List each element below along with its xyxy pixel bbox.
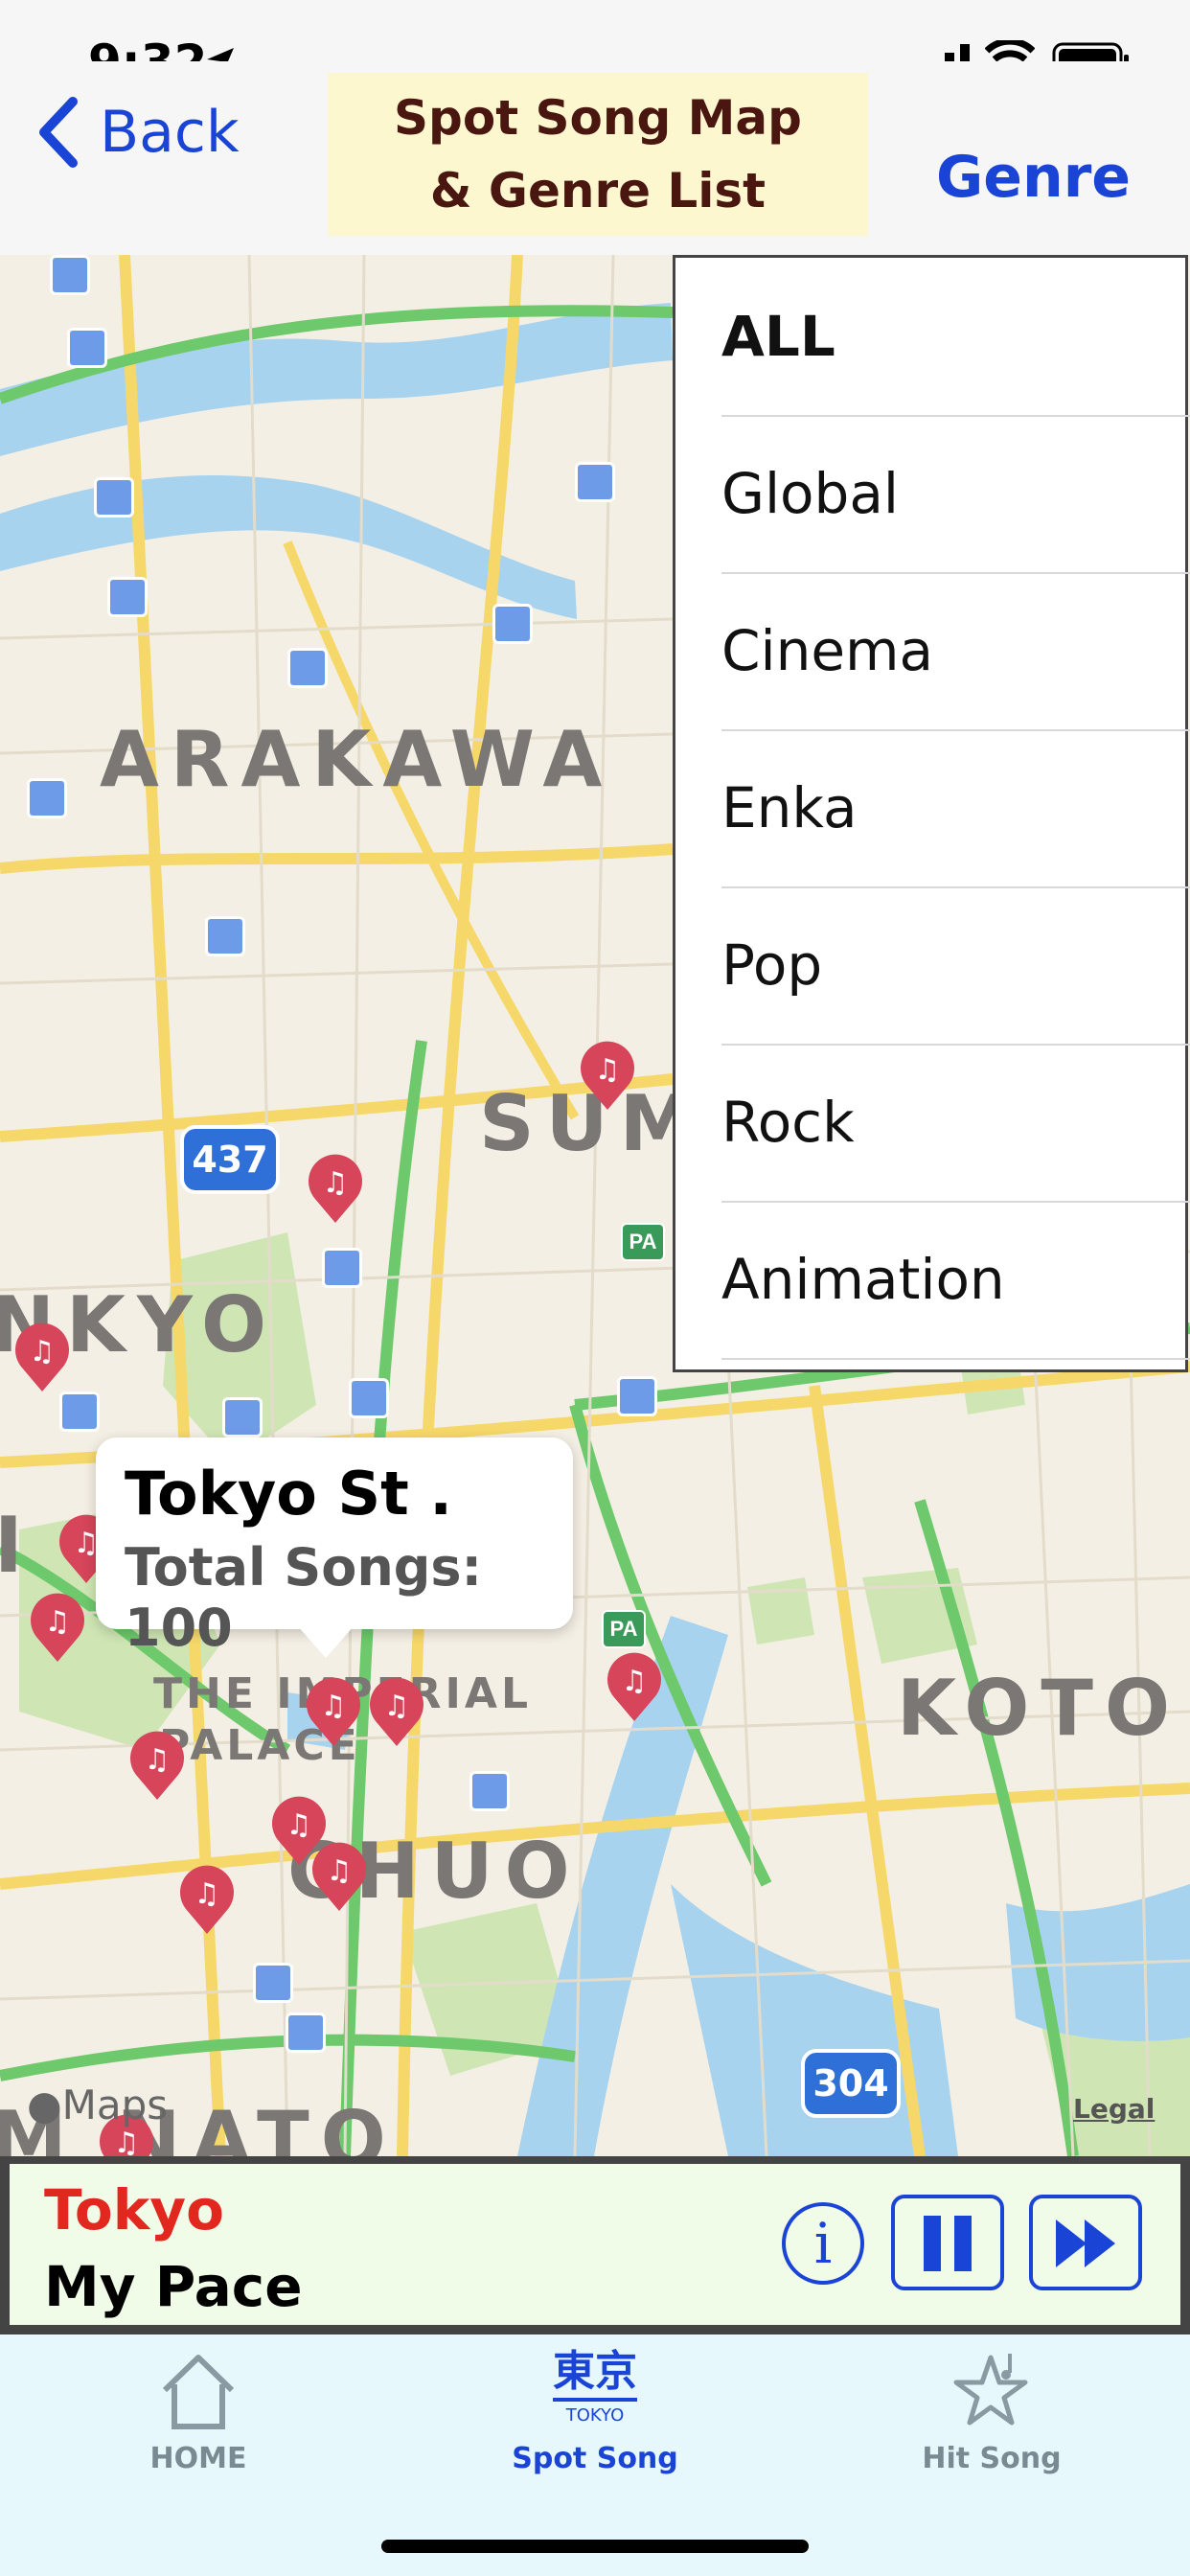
- svg-text:♫: ♫: [323, 1166, 349, 1200]
- song-pin-music-note-icon[interactable]: ♫: [29, 1593, 86, 1664]
- song-pin-music-note-icon[interactable]: ♫: [368, 1677, 425, 1748]
- song-pin-music-note-icon[interactable]: ♫: [178, 1865, 236, 1936]
- svg-text:♫: ♫: [114, 2127, 140, 2156]
- apple-logo-icon: ●: [27, 2082, 62, 2128]
- svg-text:♫: ♫: [45, 1605, 71, 1639]
- callout-title: Tokyo St .: [125, 1459, 452, 1529]
- svg-text:♫: ♫: [286, 1808, 312, 1842]
- tokyo-kanji-icon: 東京 TOKYO: [397, 2348, 793, 2426]
- fast-forward-icon: [1056, 2220, 1115, 2267]
- now-playing-station: Tokyo: [44, 2177, 224, 2242]
- svg-text:♫: ♫: [145, 1743, 171, 1777]
- tab-spot-song-label: Spot Song: [512, 2442, 678, 2475]
- tab-home-label: HOME: [149, 2442, 247, 2475]
- next-button[interactable]: [1029, 2195, 1142, 2290]
- train-station-icon: [287, 648, 328, 688]
- song-pin-music-note-icon[interactable]: ♫: [128, 1731, 186, 1802]
- genre-item-rock[interactable]: Rock: [721, 1044, 1190, 1203]
- song-pin-music-note-icon[interactable]: ♫: [307, 1154, 364, 1225]
- genre-item-animation[interactable]: Animation: [721, 1201, 1190, 1360]
- train-station-icon: [349, 1378, 389, 1418]
- train-station-icon: [253, 1963, 293, 2003]
- maps-attribution: ●Maps: [27, 2082, 168, 2128]
- genre-item-cinema[interactable]: Cinema: [721, 572, 1190, 731]
- now-playing-panel: Tokyo My Pace i: [10, 2164, 1180, 2325]
- genre-button[interactable]: Genre: [936, 144, 1131, 211]
- train-station-icon: [94, 477, 134, 518]
- chevron-left-icon: [39, 97, 78, 168]
- svg-text:♫: ♫: [30, 1335, 56, 1368]
- train-station-icon: [222, 1397, 263, 1438]
- song-pin-music-note-icon[interactable]: ♫: [13, 1322, 71, 1393]
- svg-text:♫: ♫: [327, 1854, 353, 1888]
- svg-text:♫: ♫: [622, 1665, 648, 1698]
- parking-area-sign: PA: [602, 1610, 646, 1648]
- genre-item-global[interactable]: Global: [721, 415, 1190, 574]
- train-station-icon: [107, 577, 148, 617]
- train-station-icon: [59, 1392, 100, 1432]
- song-pin-music-note-icon[interactable]: ♫: [305, 1677, 362, 1748]
- info-icon: i: [813, 2211, 833, 2276]
- title-line-1: Spot Song Map: [394, 90, 802, 146]
- now-playing-bar: Tokyo My Pace i: [0, 2156, 1190, 2334]
- tokyo-icon-underline: [553, 2398, 637, 2402]
- train-station-icon: [50, 255, 90, 295]
- page-title: Spot Song Map & Genre List: [328, 73, 868, 236]
- map-label-arakawa: ARAKAWA: [100, 715, 614, 804]
- genre-dropdown-menu: ALL Global Cinema Enka Pop Rock Animatio…: [673, 255, 1190, 1372]
- maps-attribution-text: Maps: [61, 2082, 169, 2128]
- train-station-icon: [205, 916, 245, 956]
- svg-text:♫: ♫: [384, 1690, 410, 1723]
- now-playing-song: My Pace: [44, 2254, 303, 2319]
- svg-text:♫: ♫: [595, 1053, 621, 1087]
- genre-item-pop[interactable]: Pop: [721, 886, 1190, 1046]
- house-icon: [162, 2355, 235, 2429]
- callout-tail: [297, 1625, 355, 1658]
- title-line-2: & Genre List: [429, 163, 767, 218]
- train-station-icon: [617, 1376, 657, 1416]
- train-station-icon: [286, 2012, 326, 2053]
- map-label-partial: I: [0, 1501, 34, 1590]
- train-station-icon: [67, 328, 107, 368]
- song-pin-music-note-icon[interactable]: ♫: [579, 1041, 636, 1112]
- home-indicator: [381, 2540, 809, 2553]
- svg-text:♫: ♫: [321, 1690, 347, 1723]
- back-button[interactable]: Back: [36, 84, 240, 180]
- tokyo-icon-sub: TOKYO: [565, 2405, 625, 2426]
- tab-hit-song[interactable]: Hit Song: [793, 2334, 1190, 2497]
- svg-text:♫: ♫: [195, 1877, 220, 1911]
- train-station-icon: [27, 778, 67, 818]
- song-pin-music-note-icon[interactable]: ♫: [606, 1652, 663, 1723]
- pause-icon: [924, 2216, 972, 2271]
- tab-home[interactable]: HOME: [0, 2334, 397, 2497]
- road-shield-437: 437: [180, 1125, 280, 1194]
- train-station-icon: [322, 1248, 362, 1288]
- map-label-koto: KOTO: [897, 1664, 1181, 1753]
- star-note-icon: [953, 2354, 1028, 2426]
- road-shield-304: 304: [801, 2049, 901, 2118]
- song-pin-music-note-icon[interactable]: ♫: [310, 1842, 368, 1913]
- train-station-icon: [492, 604, 533, 644]
- train-station-icon: [469, 1771, 510, 1811]
- train-station-icon: [575, 462, 615, 502]
- pause-button[interactable]: [891, 2195, 1004, 2290]
- tokyo-kanji-text: 東京: [553, 2347, 637, 2396]
- genre-item-all[interactable]: ALL: [721, 258, 1190, 417]
- genre-item-enka[interactable]: Enka: [721, 729, 1190, 888]
- station-callout[interactable]: Tokyo St . Total Songs: 100: [96, 1438, 573, 1658]
- info-button[interactable]: i: [782, 2202, 864, 2285]
- tab-hit-song-label: Hit Song: [922, 2442, 1062, 2475]
- back-label: Back: [100, 99, 240, 166]
- tab-spot-song[interactable]: 東京 TOKYO Spot Song: [397, 2334, 793, 2497]
- parking-area-sign: PA: [621, 1223, 665, 1261]
- legal-link[interactable]: Legal: [1073, 2093, 1155, 2125]
